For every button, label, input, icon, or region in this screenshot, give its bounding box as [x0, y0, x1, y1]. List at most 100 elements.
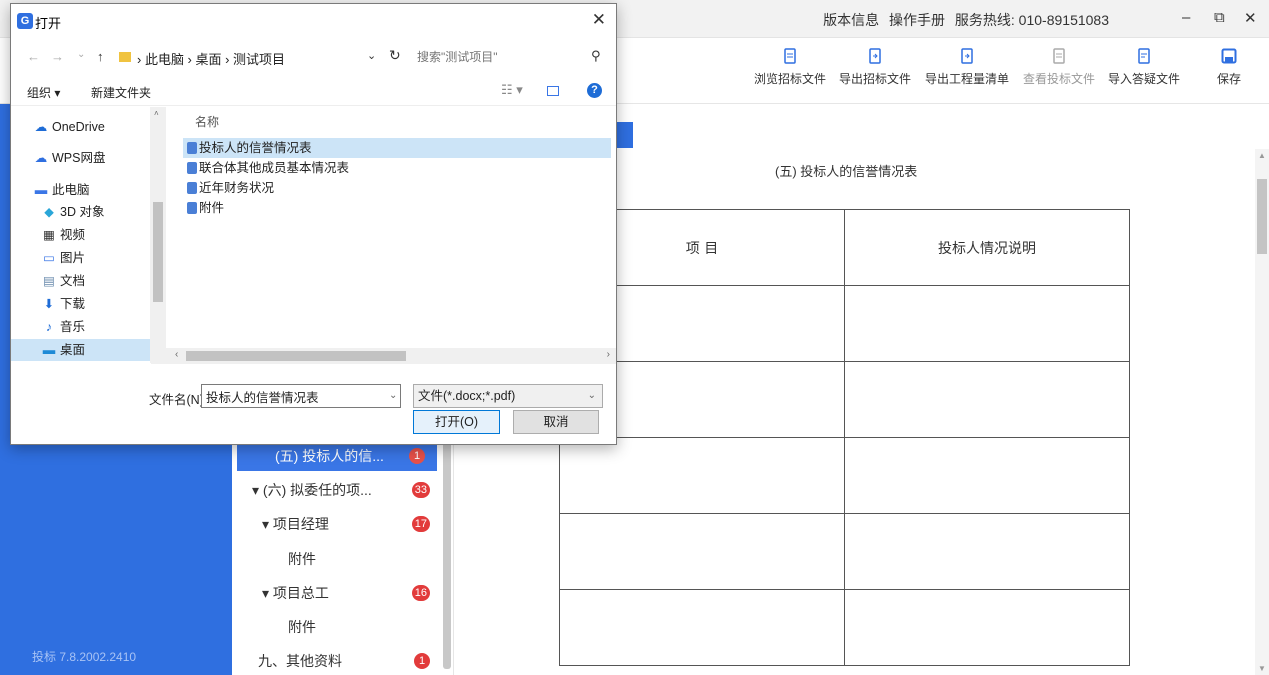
tree-item-credit-table[interactable]: (五) 投标人的信... 1	[237, 441, 437, 471]
nav-item-documents[interactable]: ▤ 文档	[11, 270, 153, 292]
table-cell[interactable]	[559, 589, 845, 666]
toolbar-label: 浏览招标文件	[754, 72, 827, 86]
scroll-down-icon[interactable]: ▼	[1258, 664, 1266, 673]
nav-item-label: 视频	[60, 228, 86, 242]
tree-item-chief-engineer[interactable]: ▾ 项目总工 16	[232, 578, 442, 608]
view-tender-doc-button[interactable]: 查看投标文件	[1023, 48, 1095, 87]
table-cell[interactable]	[844, 437, 1130, 514]
browse-bid-doc-button[interactable]: 浏览招标文件	[754, 48, 826, 87]
dialog-title: 打开	[35, 16, 62, 31]
manual-link[interactable]: 操作手册	[889, 12, 945, 28]
picture-icon: ▭	[43, 251, 55, 265]
export-bill-button[interactable]: 导出工程量清单	[925, 48, 1009, 87]
file-icon	[187, 182, 197, 194]
new-folder-button[interactable]: 新建文件夹	[91, 84, 151, 101]
nav-item-label: 图片	[60, 251, 86, 265]
restore-icon[interactable]: ⧉	[1214, 9, 1225, 26]
scroll-thumb[interactable]	[186, 351, 406, 361]
file-item[interactable]: 投标人的信誉情况表	[183, 138, 611, 158]
cancel-button[interactable]: 取消	[513, 410, 599, 434]
view-options-icon[interactable]: ☷ ▾	[501, 82, 523, 98]
table-row	[559, 437, 1130, 514]
table-row	[559, 361, 1130, 438]
scroll-up-icon[interactable]: ▲	[1258, 151, 1266, 160]
nav-item-this-pc[interactable]: ▬ 此电脑	[11, 179, 153, 201]
preview-pane-icon[interactable]	[547, 86, 559, 96]
table-header-description: 投标人情况说明	[844, 209, 1130, 286]
help-icon[interactable]: ?	[587, 83, 602, 98]
computer-icon: ▬	[34, 183, 48, 197]
nav-item-pictures[interactable]: ▭ 图片	[11, 247, 153, 269]
nav-item-desktop[interactable]: ▬ 桌面	[11, 339, 153, 361]
nav-pane-scrollbar[interactable]: ˄ ˅	[150, 107, 166, 363]
table-cell[interactable]	[559, 437, 845, 514]
doc-import-icon	[1138, 48, 1150, 64]
import-qa-doc-button[interactable]: 导入答疑文件	[1108, 48, 1180, 87]
save-button[interactable]: 保存	[1217, 48, 1241, 87]
recent-locations-icon[interactable]: ⌄	[77, 49, 85, 60]
tree-item-label: 附件	[288, 551, 316, 567]
forward-icon[interactable]: →	[51, 49, 64, 64]
tree-item-attachment[interactable]: 附件	[232, 544, 442, 574]
chevron-down-icon[interactable]: ⌄	[389, 390, 397, 401]
file-item[interactable]: 附件	[183, 198, 611, 218]
nav-item-3d-objects[interactable]: ◆ 3D 对象	[11, 201, 153, 223]
table-cell[interactable]	[844, 285, 1130, 362]
refresh-icon[interactable]: ↻	[389, 47, 401, 64]
nav-item-label: 文档	[60, 274, 86, 288]
tree-item-project-staff[interactable]: ▾ (六) 拟委任的项... 33	[232, 475, 442, 505]
table-cell[interactable]	[844, 589, 1130, 666]
document-tab[interactable]	[615, 122, 633, 148]
horizontal-scrollbar[interactable]: ‹ ›	[151, 348, 616, 364]
document-scrollbar[interactable]: ▲ ▼	[1255, 149, 1269, 675]
close-icon[interactable]: ✕	[592, 10, 606, 30]
nav-item-wps-cloud[interactable]: ☁ WPS网盘	[11, 147, 153, 169]
table-cell[interactable]	[559, 513, 845, 590]
music-icon: ♪	[45, 320, 53, 334]
minimize-icon[interactable]: –	[1182, 9, 1190, 26]
tree-item-label: 附件	[288, 619, 316, 635]
export-bid-doc-button[interactable]: 导出招标文件	[839, 48, 911, 87]
table-row	[559, 589, 1130, 666]
filetype-select[interactable]: 文件(*.docx;*.pdf) ⌄	[413, 384, 603, 408]
file-name: 联合体其他成员基本情况表	[199, 161, 350, 175]
table-cell[interactable]	[844, 513, 1130, 590]
document-title: (五) 投标人的信誉情况表	[775, 164, 918, 179]
address-bar: ← → ⌄ ↑ › 此电脑 › 桌面 › 测试项目 ⌄ ↻ ⚲	[11, 38, 616, 76]
scroll-up-icon[interactable]: ˄	[154, 109, 159, 118]
file-item[interactable]: 近年财务状况	[183, 178, 611, 198]
tree-item-label: ▾ (六) 拟委任的项...	[252, 482, 372, 498]
doc-export-icon	[869, 48, 881, 64]
up-folder-icon[interactable]: ↑	[97, 49, 104, 64]
nav-item-videos[interactable]: ▦ 视频	[11, 224, 153, 246]
search-icon[interactable]: ⚲	[591, 48, 601, 64]
close-icon[interactable]: ✕	[1244, 9, 1257, 27]
back-icon[interactable]: ←	[27, 49, 40, 64]
scroll-thumb[interactable]	[1257, 179, 1267, 254]
chevron-down-icon[interactable]: ⌄	[367, 49, 376, 62]
file-name: 近年财务状况	[199, 181, 275, 195]
file-list: 名称 投标人的信誉情况表 联合体其他成员基本情况表 近年财务状况 附件	[181, 107, 615, 347]
open-button[interactable]: 打开(O)	[413, 410, 500, 434]
nav-item-onedrive[interactable]: ☁ OneDrive	[11, 116, 153, 138]
search-input[interactable]	[409, 44, 609, 70]
dialog-title-bar[interactable]: G 打开 ✕	[11, 4, 616, 38]
breadcrumb[interactable]: › 此电脑 › 桌面 › 测试项目	[137, 49, 285, 68]
column-header-name[interactable]: 名称	[195, 113, 219, 130]
organize-menu[interactable]: 组织 ▾	[27, 84, 60, 101]
tree-item-project-manager[interactable]: ▾ 项目经理 17	[232, 509, 442, 539]
tree-item-label: ▾ 项目经理	[262, 516, 329, 532]
scroll-left-icon[interactable]: ‹	[175, 349, 178, 360]
scroll-thumb[interactable]	[153, 202, 163, 302]
table-cell[interactable]	[844, 361, 1130, 438]
doc-view-icon	[784, 48, 796, 64]
table-row	[559, 513, 1130, 590]
tree-item-attachment[interactable]: 附件	[232, 612, 442, 642]
scroll-right-icon[interactable]: ›	[607, 349, 610, 360]
version-info-link[interactable]: 版本信息	[823, 12, 879, 28]
nav-item-downloads[interactable]: ⬇ 下载	[11, 293, 153, 315]
file-item[interactable]: 联合体其他成员基本情况表	[183, 158, 611, 178]
filename-input[interactable]	[201, 384, 401, 408]
tree-item-other-info[interactable]: 九、其他资料 1	[232, 646, 442, 675]
nav-item-music[interactable]: ♪ 音乐	[11, 316, 153, 338]
